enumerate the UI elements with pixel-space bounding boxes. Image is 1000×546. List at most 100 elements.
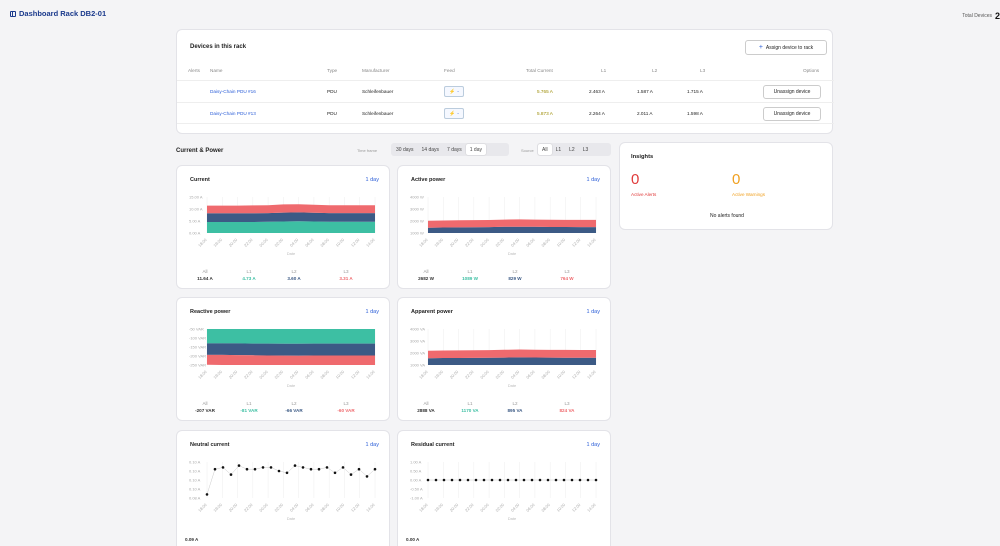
col-type: Type (327, 68, 338, 73)
area-series-l1 (207, 221, 375, 233)
data-point (269, 466, 273, 469)
sidebar-toggle-icon[interactable] (10, 10, 16, 17)
timeframe-selector: 30 days 14 days 7 days 1 day (391, 143, 509, 156)
x-tick-label: 18:00 (197, 237, 208, 248)
y-tick-label: 0.10 A (189, 469, 201, 474)
stat-value: 11.64 A (197, 276, 213, 281)
stat-label: L2 (512, 269, 518, 274)
area-series-l3 (207, 204, 375, 214)
x-tick-label: 18:00 (418, 502, 429, 513)
data-point (229, 473, 233, 476)
stat-all: All 2682 W (406, 269, 446, 281)
active-alerts-label: Active Alerts (631, 192, 657, 197)
device-name-link[interactable]: Daisy-Chain PDU #13 (210, 111, 256, 116)
stat-l2: L2 3.60 A (274, 269, 314, 281)
total-devices: Total Devices 2 (962, 11, 1000, 21)
x-tick-label: 02:00 (273, 369, 284, 380)
data-point (466, 478, 470, 482)
x-tick-label: 10:00 (556, 502, 567, 513)
lightning-icon: ⚡ (449, 110, 456, 117)
x-tick-label: 04:00 (289, 502, 300, 513)
x-tick-label: 14:00 (586, 369, 597, 380)
x-tick-label: 06:00 (525, 237, 536, 248)
x-tick-label: 22:00 (243, 502, 254, 513)
y-tick-label: 1.00 A (410, 460, 422, 465)
x-tick-label: 10:00 (335, 369, 346, 380)
x-axis-label: Date (508, 516, 517, 521)
y-tick-label: 1000 W (410, 231, 424, 236)
x-tick-label: 08:00 (319, 237, 330, 248)
stat-value: 3.60 A (287, 276, 301, 281)
source-option[interactable]: L2 (565, 144, 579, 155)
source-option[interactable]: L3 (579, 144, 593, 155)
timeframe-option-selected[interactable]: 1 day (465, 144, 486, 155)
unassign-device-button[interactable]: Unassign device (763, 85, 821, 99)
device-l3: 1.715 A (687, 89, 703, 94)
devices-title: Devices in this rack (190, 44, 247, 50)
data-point (221, 466, 225, 469)
area-series-l1 (207, 329, 375, 344)
x-tick-label: 12:00 (350, 369, 361, 380)
insights-card: Insights 0 Active Alerts 0 Active Warnin… (619, 142, 833, 230)
data-point (506, 478, 510, 482)
assign-device-button[interactable]: + Assign device to rack (745, 40, 827, 55)
device-total-current: 5.765 A (537, 89, 553, 94)
data-point (570, 478, 574, 482)
device-name-link[interactable]: Daisy-Chain PDU #16 (210, 89, 256, 94)
stat-label: L1 (467, 269, 473, 274)
stat-all: All 2888 VA (406, 401, 446, 413)
y-tick-label: 0.00 A (410, 478, 422, 483)
data-point (522, 478, 526, 482)
stat-label: L3 (343, 401, 349, 406)
y-tick-label: 0.10 A (189, 487, 201, 492)
x-tick-label: 14:00 (586, 237, 597, 248)
chart-svg: 1.00 A 0.50 A 0.00 A -0.50 A -1.00 A18:00 19:… (410, 460, 598, 521)
timeframe-option[interactable]: 7 days (443, 144, 466, 155)
x-tick-label: 04:00 (289, 369, 300, 380)
feed-select[interactable]: ⚡ - (444, 86, 464, 97)
y-tick-label: 0.50 A (410, 469, 422, 474)
x-tick-label: 08:00 (540, 237, 551, 248)
data-point (261, 466, 265, 469)
data-point (482, 478, 486, 482)
feed-select[interactable]: ⚡ - (444, 108, 464, 119)
source-label: Source (521, 148, 534, 153)
x-tick-label: 04:00 (510, 369, 521, 380)
x-tick-label: 02:00 (273, 237, 284, 248)
x-tick-label: 02:00 (494, 237, 505, 248)
stat-label: All (423, 269, 429, 274)
y-tick-label: -200 VAR (189, 354, 206, 359)
data-point (365, 475, 369, 478)
data-point (253, 467, 257, 471)
data-point (357, 467, 361, 471)
source-option[interactable]: L1 (552, 144, 566, 155)
col-name: Name (210, 68, 223, 73)
stat-label: L2 (291, 269, 297, 274)
chart-svg: 0.10 A 0.10 A 0.10 A 0.10 A 0.08 A18:00 19:00… (189, 460, 377, 521)
data-point (333, 471, 337, 475)
x-tick-label: 22:00 (464, 369, 475, 380)
stat-value: -66 VAR (285, 408, 303, 413)
x-tick-label: 08:00 (319, 502, 330, 513)
y-tick-label: 2000 VA (410, 351, 425, 356)
timeframe-option[interactable]: 14 days (418, 144, 444, 155)
timeframe-option[interactable]: 30 days (392, 144, 418, 155)
source-option-selected[interactable]: All (538, 144, 552, 155)
source-selector: All L1 L2 L3 (537, 143, 611, 156)
stat-l3: L3 -60 VAR (326, 401, 366, 413)
data-point (586, 478, 590, 482)
stat-label: L2 (291, 401, 297, 406)
x-tick-label: 20:00 (228, 502, 239, 513)
x-tick-label: 18:00 (418, 369, 429, 380)
stat-l1: L1 -81 VAR (229, 401, 269, 413)
data-point (594, 478, 598, 482)
data-point (458, 478, 462, 482)
data-point (325, 466, 329, 469)
device-l3: 1.598 A (687, 111, 703, 116)
data-point (285, 471, 289, 475)
stat-all: All 11.64 A (185, 269, 225, 281)
unassign-device-button[interactable]: Unassign device (763, 107, 821, 121)
x-tick-label: 12:00 (350, 502, 361, 513)
x-tick-label: 10:00 (556, 237, 567, 248)
data-point (562, 478, 566, 482)
